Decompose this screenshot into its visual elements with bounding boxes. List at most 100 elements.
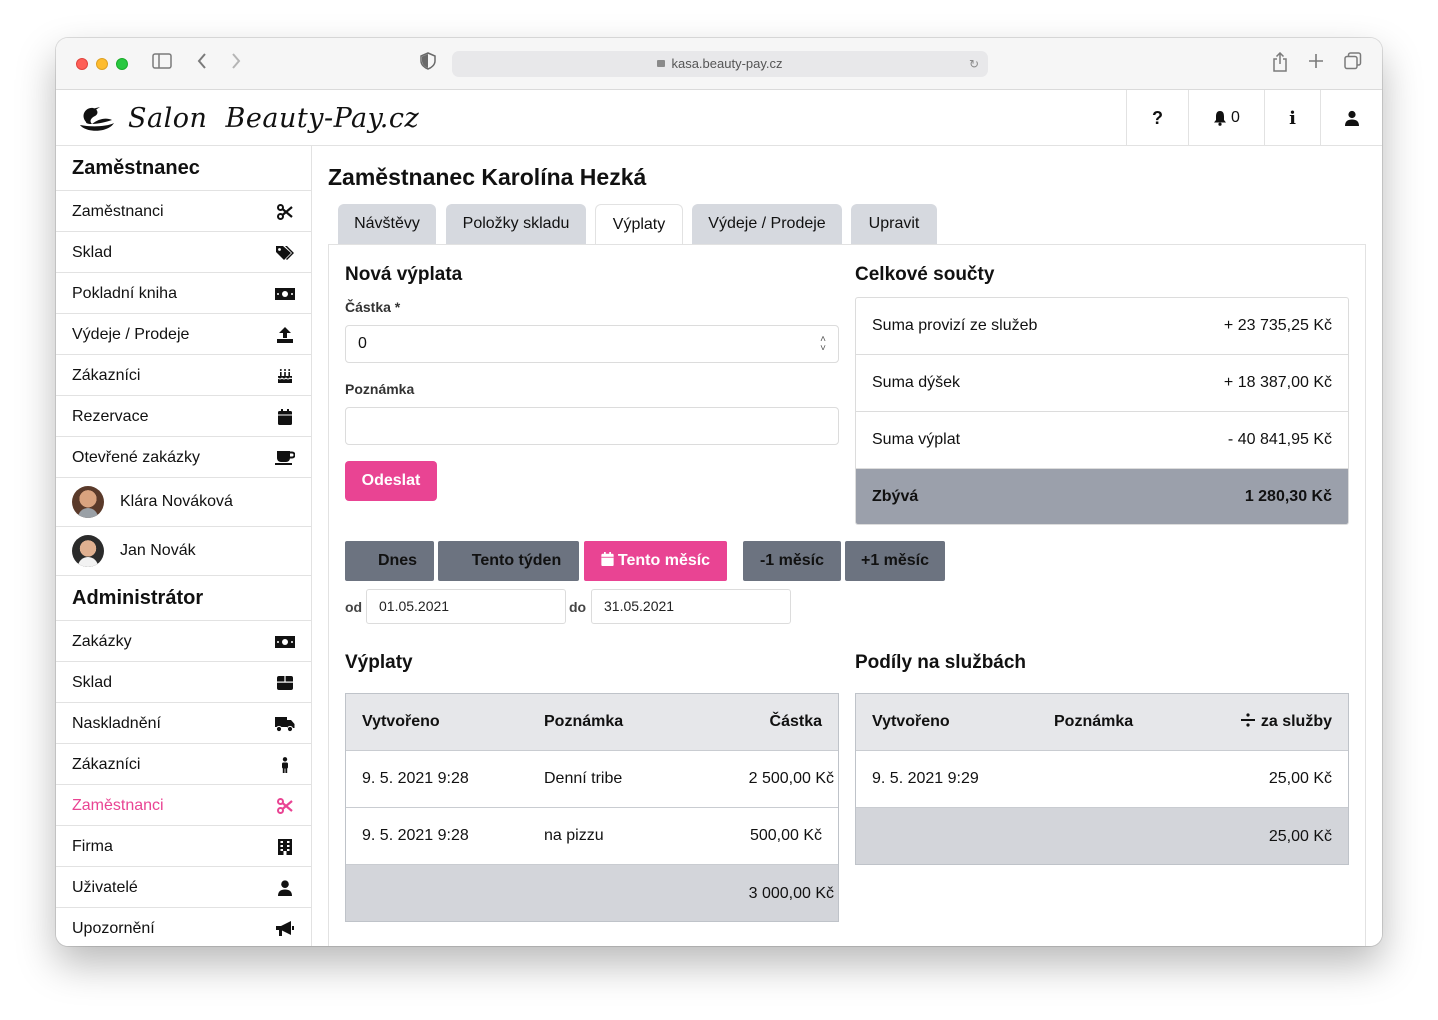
sidebar-item-reservations[interactable]: Rezervace bbox=[56, 396, 311, 437]
totals-remaining-row: Zbývá 1 280,30 Kč bbox=[856, 469, 1348, 524]
close-window-button[interactable] bbox=[76, 58, 88, 70]
back-icon[interactable] bbox=[196, 52, 208, 75]
sidebar-item-restock[interactable]: Naskladnění bbox=[56, 703, 311, 744]
sidebar-item-users[interactable]: Uživatelé bbox=[56, 867, 311, 908]
totals-row: Suma výplat - 40 841,95 Kč bbox=[856, 412, 1348, 469]
tab-overview-icon[interactable] bbox=[1344, 52, 1362, 75]
sidebar-user-name: Jan Novák bbox=[120, 542, 196, 559]
minimize-window-button[interactable] bbox=[96, 58, 108, 70]
sidebar-item-admin-stock[interactable]: Sklad bbox=[56, 662, 311, 703]
sidebar-section-employee: Zaměstnanec bbox=[56, 146, 311, 191]
sidebar-item-issues-sales[interactable]: Výdeje / Prodeje bbox=[56, 314, 311, 355]
tab-payouts[interactable]: Výplaty bbox=[595, 204, 683, 245]
zoom-window-button[interactable] bbox=[116, 58, 128, 70]
date-to-label: do bbox=[569, 599, 587, 615]
this-month-button[interactable]: Tento měsíc bbox=[584, 541, 727, 581]
page-title: Zaměstnanec Karolína Hezká bbox=[328, 164, 647, 190]
date-from-input[interactable]: 01.05.2021 bbox=[366, 589, 566, 624]
sidebar-item-admin-customers[interactable]: Zákazníci bbox=[56, 744, 311, 785]
sidebar-user-name: Klára Nováková bbox=[120, 493, 233, 510]
plus-month-button[interactable]: +1 měsíc bbox=[845, 541, 945, 581]
info-button[interactable]: i bbox=[1264, 90, 1320, 146]
sidebar-item-label: Výdeje / Prodeje bbox=[72, 326, 190, 343]
column-header[interactable]: Poznámka bbox=[1054, 713, 1133, 731]
sidebar-item-label: Otevřené zakázky bbox=[72, 449, 201, 466]
sidebar-item-open-orders[interactable]: Otevřené zakázky bbox=[56, 437, 311, 478]
swan-logo-icon bbox=[80, 107, 114, 131]
address-bar[interactable]: kasa.beauty-pay.cz ↻ bbox=[452, 51, 988, 77]
sidebar-item-label: Uživatelé bbox=[72, 879, 138, 896]
notifications-button[interactable]: 0 bbox=[1188, 90, 1264, 146]
sidebar-item-notifications[interactable]: Upozornění bbox=[56, 908, 311, 946]
payouts-table: Vytvořeno Poznámka Částka 9. 5. 2021 9:2… bbox=[345, 693, 839, 922]
sidebar-item-orders[interactable]: Zakázky bbox=[56, 621, 311, 662]
total-cell: 25,00 Kč bbox=[1268, 827, 1332, 845]
totals-row-value: + 23 735,25 Kč bbox=[1223, 317, 1332, 334]
note-label: Poznámka bbox=[345, 381, 415, 397]
main-content: Zaměstnanec Karolína Hezká Návštěvy Polo… bbox=[312, 146, 1382, 946]
sidebar: Zaměstnanec Zaměstnanci Sklad Pokladní k… bbox=[56, 146, 312, 946]
tab-visits[interactable]: Návštěvy bbox=[338, 204, 436, 244]
note-input[interactable] bbox=[345, 407, 839, 445]
user-icon bbox=[275, 867, 295, 908]
sidebar-item-label: Naskladnění bbox=[72, 715, 161, 732]
remaining-label: Zbývá bbox=[872, 488, 919, 505]
tab-issues-sales[interactable]: Výdeje / Prodeje bbox=[692, 204, 842, 244]
column-header[interactable]: Částka bbox=[770, 713, 822, 731]
tab-edit[interactable]: Upravit bbox=[851, 204, 937, 244]
sidebar-item-label: Pokladní kniha bbox=[72, 285, 177, 302]
new-tab-icon[interactable] bbox=[1308, 52, 1324, 75]
submit-button[interactable]: Odeslat bbox=[345, 461, 437, 501]
payouts-title: Výplaty bbox=[345, 652, 413, 673]
forward-icon[interactable] bbox=[230, 52, 242, 75]
sidebar-item-cash-book[interactable]: Pokladní kniha bbox=[56, 273, 311, 314]
help-button[interactable]: ? bbox=[1126, 90, 1188, 146]
sidebar-item-label: Zákazníci bbox=[72, 367, 141, 384]
created-cell: 9. 5. 2021 9:28 bbox=[362, 827, 469, 844]
calendar-icon bbox=[601, 552, 614, 566]
sidebar-item-customers[interactable]: Zákazníci bbox=[56, 355, 311, 396]
sidebar-user-klara[interactable]: Klára Nováková bbox=[56, 478, 311, 527]
sidebar-item-stock[interactable]: Sklad bbox=[56, 232, 311, 273]
column-header[interactable]: za služby bbox=[1240, 713, 1332, 731]
share-icon[interactable] bbox=[1272, 51, 1288, 77]
table-row: 9. 5. 2021 9:28 Denní tribe 2 500,00 Kč bbox=[346, 751, 838, 808]
scissors-icon bbox=[275, 785, 295, 826]
sidebar-toggle-icon[interactable] bbox=[152, 52, 172, 74]
user-menu-button[interactable] bbox=[1320, 90, 1382, 146]
browser-toolbar: kasa.beauty-pay.cz ↻ bbox=[56, 38, 1382, 90]
minus-month-button[interactable]: -1 měsíc bbox=[743, 541, 841, 581]
note-cell: Denní tribe bbox=[544, 770, 623, 787]
salon-logo[interactable]: Salon Beauty-Pay.cz bbox=[76, 100, 419, 136]
sidebar-item-label: Sklad bbox=[72, 674, 113, 691]
sidebar-item-label: Zaměstnanci bbox=[72, 797, 164, 814]
today-button[interactable]: Dnes bbox=[345, 541, 434, 581]
date-to-input[interactable]: 31.05.2021 bbox=[591, 589, 791, 624]
this-week-button[interactable]: Tento týden bbox=[438, 541, 579, 581]
column-header[interactable]: Poznámka bbox=[544, 713, 623, 731]
privacy-shield-icon[interactable] bbox=[420, 52, 436, 75]
sidebar-item-label: Upozornění bbox=[72, 920, 155, 937]
coffee-icon bbox=[275, 437, 295, 478]
this-month-label: Tento měsíc bbox=[617, 552, 711, 569]
sidebar-item-employees[interactable]: Zaměstnanci bbox=[56, 191, 311, 232]
amount-cell: 500,00 Kč bbox=[749, 827, 822, 844]
amount-cell: 2 500,00 Kč bbox=[748, 770, 834, 787]
money-bill-icon bbox=[275, 621, 295, 662]
lock-icon bbox=[657, 60, 666, 67]
box-icon bbox=[275, 662, 295, 703]
column-header[interactable]: Vytvořeno bbox=[362, 713, 440, 731]
building-icon bbox=[275, 826, 295, 867]
sidebar-item-label: Firma bbox=[72, 838, 113, 855]
scissors-icon bbox=[275, 191, 295, 232]
number-stepper-icon[interactable]: ˄ ˅ bbox=[820, 335, 826, 354]
sidebar-item-company[interactable]: Firma bbox=[56, 826, 311, 867]
column-header[interactable]: Vytvořeno bbox=[872, 713, 950, 731]
sidebar-item-admin-employees[interactable]: Zaměstnanci bbox=[56, 785, 311, 826]
reload-icon[interactable]: ↻ bbox=[969, 51, 979, 77]
sidebar-item-label: Sklad bbox=[72, 244, 113, 261]
sidebar-user-jan[interactable]: Jan Novák bbox=[56, 527, 311, 576]
note-cell: na pizzu bbox=[544, 827, 604, 844]
tab-stock-items[interactable]: Položky skladu bbox=[446, 204, 586, 244]
amount-input[interactable]: 0 ˄ ˅ bbox=[345, 325, 839, 363]
